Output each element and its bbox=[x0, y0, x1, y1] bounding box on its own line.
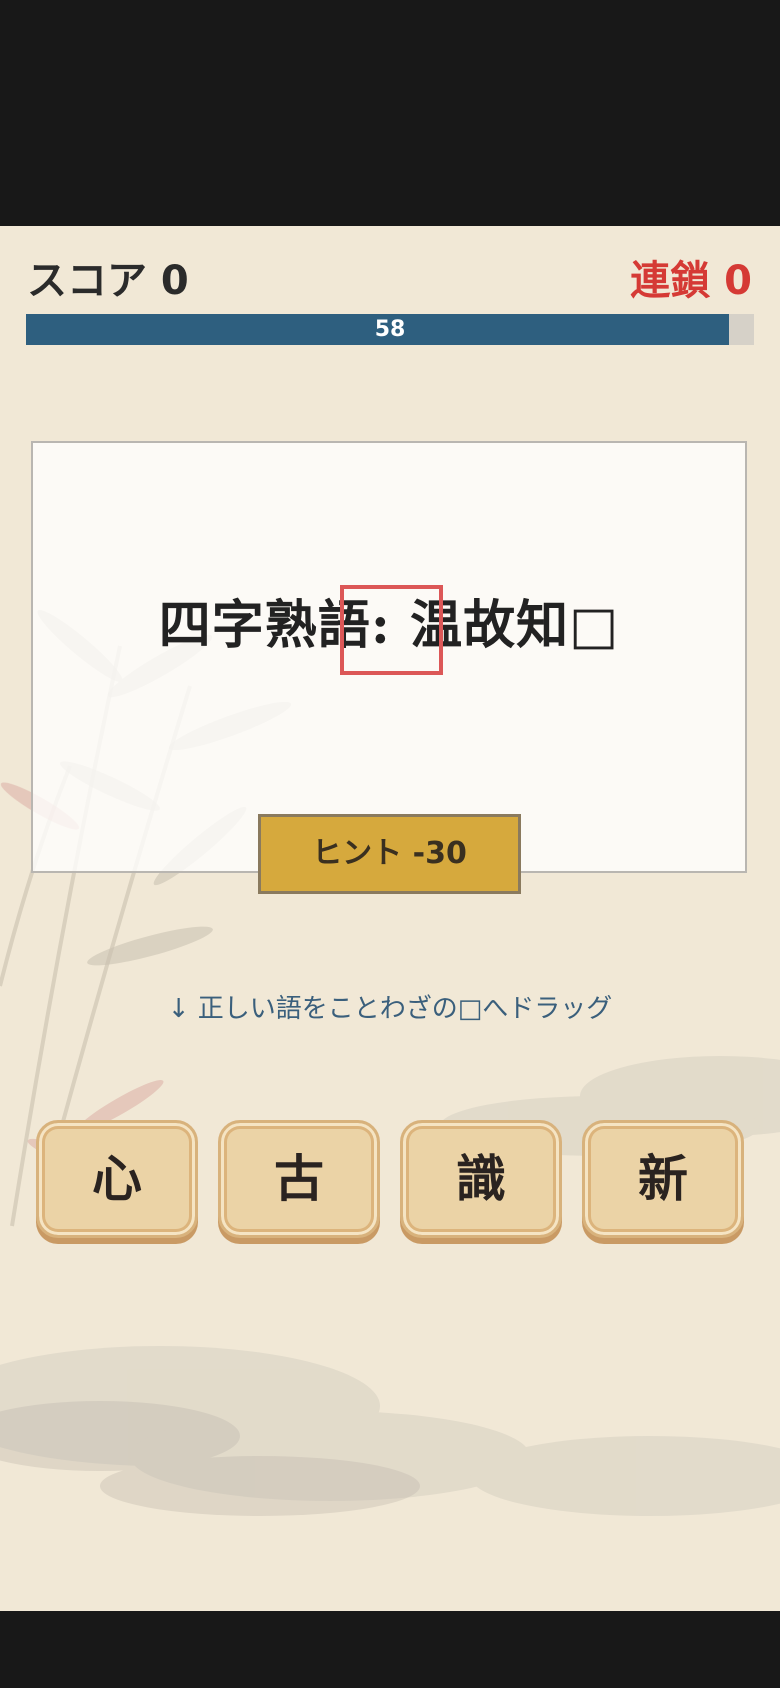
game-screen: スコア 0 連鎖 0 58 四字熟語: 温故知□ ヒント -30 ↓ 正しい語を… bbox=[0, 226, 780, 1611]
timer-value: 58 bbox=[374, 317, 406, 342]
score-display: スコア 0 bbox=[27, 258, 189, 304]
answer-tile[interactable]: 心 bbox=[36, 1120, 198, 1238]
answer-tile[interactable]: 識 bbox=[400, 1120, 562, 1238]
hint-button[interactable]: ヒント -30 bbox=[258, 814, 521, 894]
answer-tile[interactable]: 新 bbox=[582, 1120, 744, 1238]
answer-tile[interactable]: 古 bbox=[218, 1120, 380, 1238]
timer-bar: 58 bbox=[26, 314, 754, 345]
answer-tiles: 心 古 識 新 bbox=[36, 1120, 746, 1240]
ink-wash-background bbox=[0, 609, 780, 1516]
chain-counter: 連鎖 0 bbox=[630, 258, 752, 304]
drag-instruction: ↓ 正しい語をことわざの□へドラッグ bbox=[167, 994, 613, 1024]
drop-target-highlight[interactable] bbox=[340, 585, 443, 675]
question-card: 四字熟語: 温故知□ bbox=[31, 441, 747, 873]
